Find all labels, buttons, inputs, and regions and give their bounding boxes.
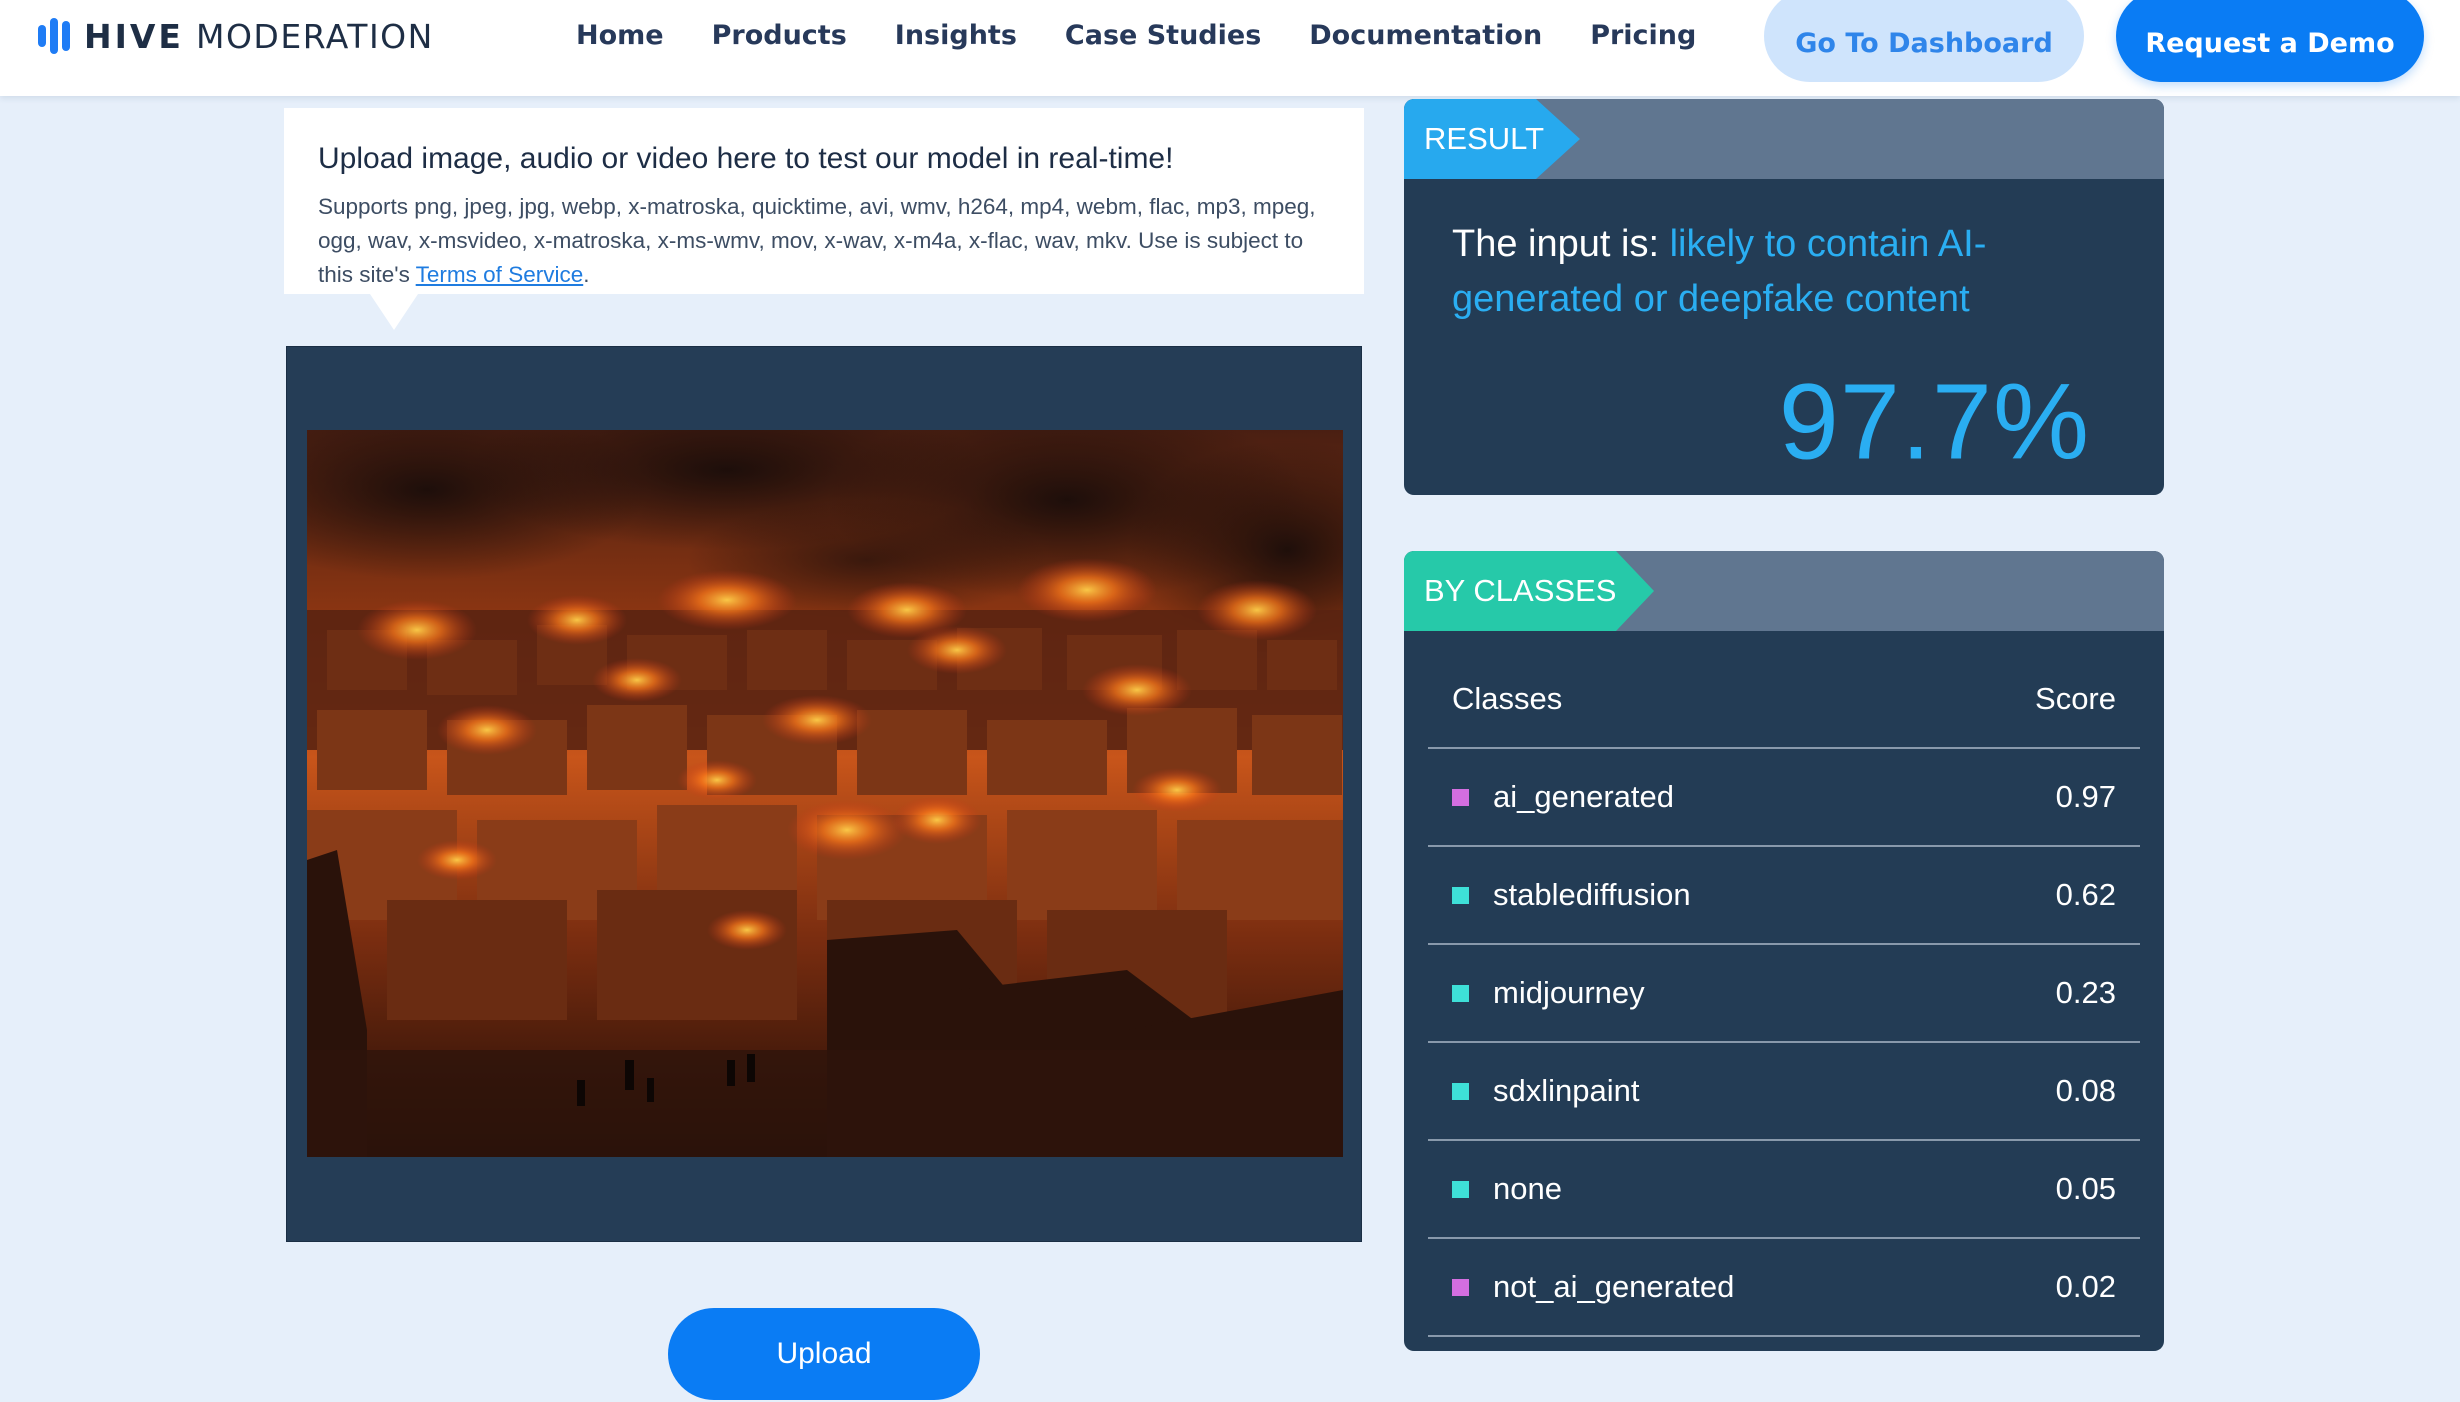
uploaded-image-burning-city: [307, 430, 1343, 1157]
uploaded-media-panel: [286, 346, 1362, 1242]
result-confidence-percent: 97.7%: [1778, 360, 2090, 482]
nav-link-pricing[interactable]: Pricing: [1590, 20, 1696, 51]
class-color-swatch: [1452, 788, 1469, 806]
upload-info-card: Upload image, audio or video here to tes…: [284, 108, 1364, 294]
upload-info-title: Upload image, audio or video here to tes…: [318, 142, 1174, 175]
nav-link-products[interactable]: Products: [712, 20, 847, 51]
logo-name-light: MODERATION: [195, 16, 434, 56]
by-classes-tag: BY CLASSES: [1404, 551, 1654, 631]
nav-links: Home Products Insights Case Studies Docu…: [576, 0, 1744, 70]
nav-link-home[interactable]: Home: [576, 20, 664, 51]
upload-info-description: Supports png, jpeg, jpg, webp, x-matrosk…: [318, 190, 1330, 292]
go-to-dashboard-button[interactable]: Go To Dashboard: [1764, 0, 2084, 82]
table-row: midjourney 0.23: [1428, 945, 2140, 1043]
class-color-swatch: [1452, 1180, 1469, 1198]
table-row: stablediffusion 0.62: [1428, 847, 2140, 945]
hive-logo-icon: [38, 18, 70, 54]
top-navbar: HIVE MODERATION Home Products Insights C…: [0, 0, 2460, 96]
row-label-group: stablediffusion: [1452, 877, 1691, 913]
tos-suffix: .: [583, 262, 590, 287]
nav-link-documentation[interactable]: Documentation: [1309, 20, 1542, 51]
classes-table-header: Classes Score: [1428, 651, 2140, 749]
logo-name-bold: HIVE: [84, 16, 184, 56]
table-row: not_ai_generated 0.02: [1428, 1239, 2140, 1337]
class-color-swatch: [1452, 984, 1469, 1002]
table-row: ai_generated 0.97: [1428, 749, 2140, 847]
burning-city-illustration: [307, 430, 1343, 1157]
header-classes: Classes: [1452, 681, 1563, 716]
nav-link-insights[interactable]: Insights: [895, 20, 1017, 51]
class-color-swatch: [1452, 886, 1469, 904]
logo-wordmark: HIVE MODERATION: [84, 17, 434, 56]
class-name: ai_generated: [1493, 779, 1674, 814]
result-card-header: RESULT: [1404, 99, 2164, 179]
row-label-group: none: [1452, 1171, 1562, 1207]
upload-button[interactable]: Upload: [668, 1308, 980, 1400]
class-color-swatch: [1452, 1278, 1469, 1296]
class-score: 0.08: [2055, 1073, 2116, 1108]
class-name: sdxlinpaint: [1493, 1073, 1640, 1108]
result-card: RESULT The input is: likely to contain A…: [1404, 99, 2164, 495]
by-classes-card: BY CLASSES Classes Score ai_generated 0.…: [1404, 551, 2164, 1351]
class-name: midjourney: [1493, 975, 1645, 1010]
class-score: 0.02: [2055, 1269, 2116, 1304]
result-statement: The input is: likely to contain AI-gener…: [1452, 217, 2092, 327]
result-prefix: The input is:: [1452, 223, 1670, 265]
nav-link-case-studies[interactable]: Case Studies: [1065, 20, 1261, 51]
classes-table: Classes Score ai_generated 0.97 stabledi…: [1428, 651, 2140, 1337]
class-score: 0.05: [2055, 1171, 2116, 1206]
classes-card-header: BY CLASSES: [1404, 551, 2164, 631]
row-label-group: not_ai_generated: [1452, 1269, 1734, 1305]
class-name: not_ai_generated: [1493, 1269, 1735, 1304]
row-label-group: midjourney: [1452, 975, 1645, 1011]
row-label-group: sdxlinpaint: [1452, 1073, 1639, 1109]
class-name: stablediffusion: [1493, 877, 1691, 912]
class-color-swatch: [1452, 1082, 1469, 1100]
table-row: none 0.05: [1428, 1141, 2140, 1239]
class-name: none: [1493, 1171, 1562, 1206]
hive-logo[interactable]: HIVE MODERATION: [38, 14, 434, 58]
header-score: Score: [2035, 681, 2116, 716]
class-score: 0.97: [2055, 779, 2116, 814]
terms-of-service-link[interactable]: Terms of Service: [416, 262, 584, 287]
class-score: 0.23: [2055, 975, 2116, 1010]
result-tag: RESULT: [1404, 99, 1580, 179]
class-score: 0.62: [2055, 877, 2116, 912]
table-row: sdxlinpaint 0.08: [1428, 1043, 2140, 1141]
info-card-pointer: [370, 294, 418, 330]
row-label-group: ai_generated: [1452, 779, 1674, 815]
request-demo-button[interactable]: Request a Demo: [2116, 0, 2424, 82]
